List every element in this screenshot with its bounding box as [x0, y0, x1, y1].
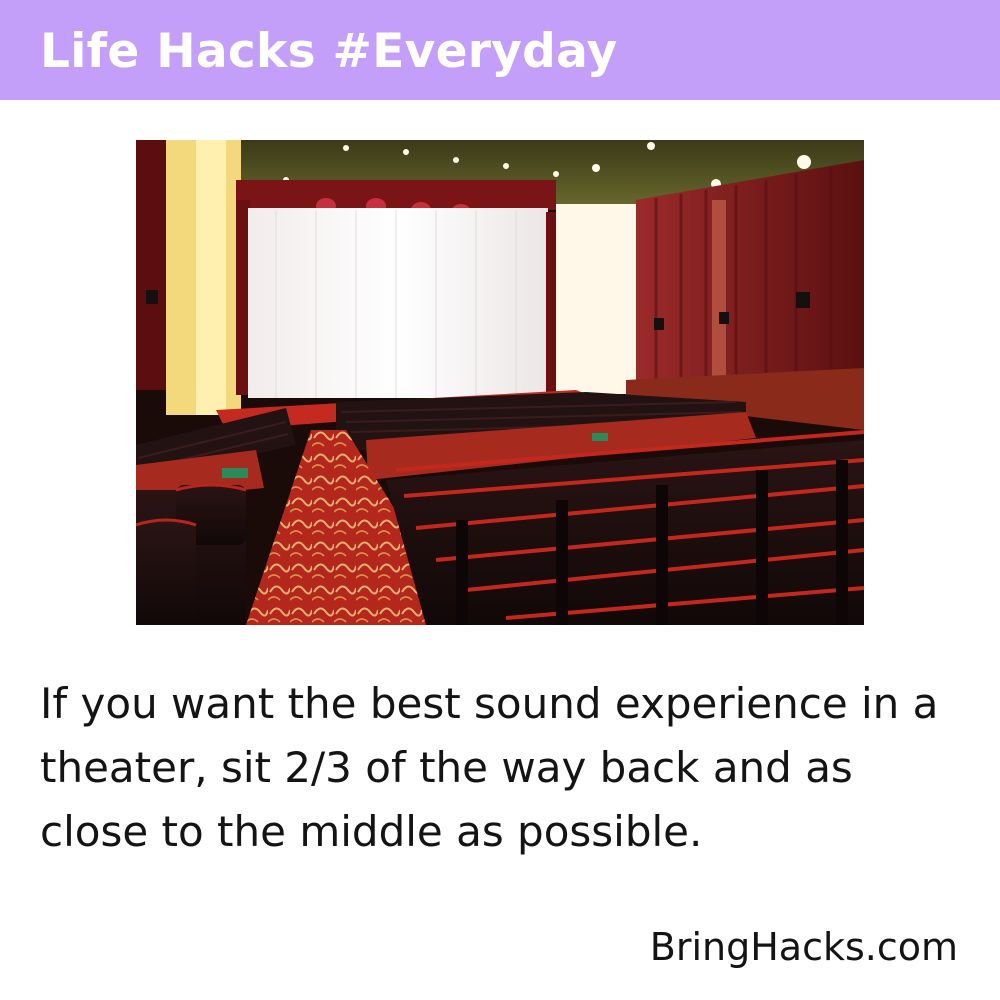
theater-photo: [136, 140, 864, 625]
tip-text: If you want the best sound experience in…: [40, 679, 939, 856]
header-title: Life Hacks #Everyday: [40, 24, 618, 79]
header-banner: Life Hacks #Everyday: [0, 0, 1000, 100]
site-credit: BringHacks.com: [649, 925, 958, 969]
